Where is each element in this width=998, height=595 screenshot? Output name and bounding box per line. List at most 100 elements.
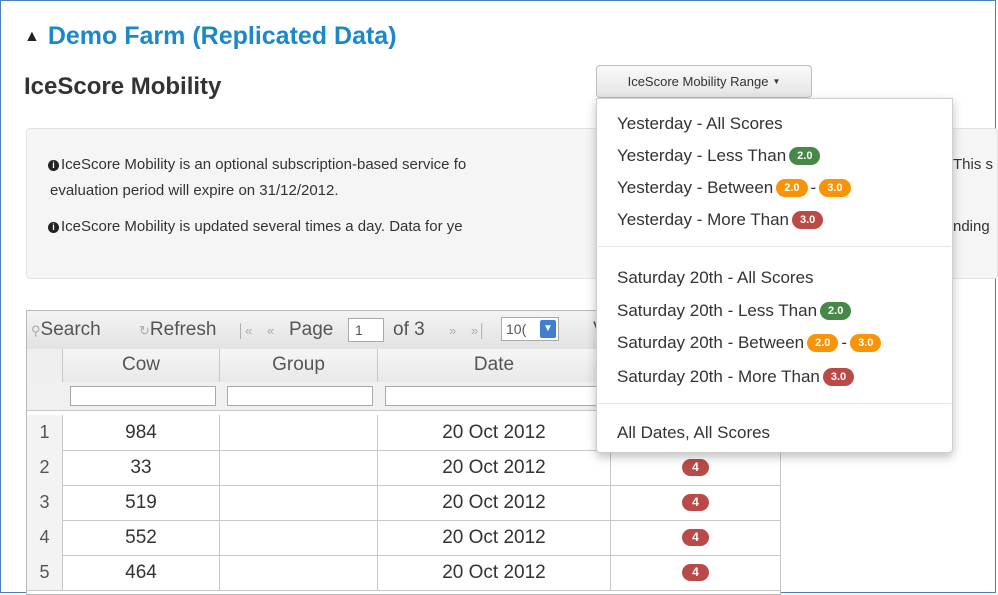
score-cell: 4 <box>611 555 781 590</box>
low-threshold-badge: 2.0 <box>789 147 821 165</box>
refresh-button[interactable]: ↻Refresh <box>139 319 216 341</box>
menu-item-label: Yesterday - More Than <box>617 210 789 229</box>
menu-item-yesterday-more[interactable]: Yesterday - More Than 3.0 <box>617 210 824 230</box>
group-cell <box>220 485 378 520</box>
menu-item-saturday-less[interactable]: Saturday 20th - Less Than 2.0 <box>617 301 852 321</box>
high-threshold-badge: 3.0 <box>822 368 855 386</box>
search-label: Search <box>40 319 101 340</box>
search-button[interactable]: ⚲Search <box>31 319 101 341</box>
high-threshold-badge: 3.0 <box>791 211 824 229</box>
score-cell: 4 <box>611 485 781 520</box>
chevron-down-icon: ▼ <box>540 320 556 338</box>
row-number: 5 <box>27 555 63 590</box>
home-icon[interactable]: ▲ <box>24 28 40 46</box>
low-threshold-badge: 2.0 <box>820 302 852 320</box>
table-row[interactable]: 4 552 20 Oct 2012 4 <box>27 520 781 556</box>
info-line-1-text: IceScore Mobility is an optional subscri… <box>61 156 467 173</box>
group-cell <box>220 520 378 555</box>
group-cell <box>220 555 378 590</box>
info-icon: i <box>48 222 59 233</box>
menu-item-label: Saturday 20th - More Than <box>617 367 820 386</box>
cow-filter-input[interactable] <box>70 386 216 406</box>
menu-item-label: Yesterday - All Scores <box>617 114 783 133</box>
range-button-label: IceScore Mobility Range <box>627 74 769 89</box>
menu-item-label: Yesterday - Less Than <box>617 146 787 165</box>
first-page-icon[interactable]: │« <box>237 323 252 338</box>
info-line-1: i IceScore Mobility is an optional subscr… <box>48 156 466 173</box>
cow-cell: 519 <box>63 485 220 520</box>
row-number: 2 <box>27 450 63 485</box>
page-count-label: of 3 <box>393 319 425 340</box>
range-dash: - <box>810 178 817 197</box>
date-filter-input[interactable] <box>385 386 605 406</box>
row-number: 4 <box>27 520 63 555</box>
date-cell: 20 Oct 2012 <box>378 415 611 450</box>
info-line-3-text: IceScore Mobility is updated several tim… <box>61 218 463 235</box>
menu-item-yesterday-between[interactable]: Yesterday - Between 2.0 - 3.0 <box>617 178 851 198</box>
range-dash: - <box>841 333 848 352</box>
info-line-3: i IceScore Mobility is updated several ti… <box>48 218 463 235</box>
info-line-3-tail: nding <box>953 218 990 235</box>
menu-item-saturday-all[interactable]: Saturday 20th - All Scores <box>617 268 814 288</box>
menu-divider <box>598 403 951 404</box>
last-page-icon[interactable]: »│ <box>471 323 486 338</box>
date-cell: 20 Oct 2012 <box>378 450 611 485</box>
rows-per-page-value: 10( <box>506 321 527 337</box>
group-filter-input[interactable] <box>227 386 373 406</box>
high-threshold-badge: 3.0 <box>850 334 882 352</box>
info-icon: i <box>48 160 59 171</box>
next-page-icon[interactable]: » <box>449 323 456 338</box>
table-row[interactable]: 3 519 20 Oct 2012 4 <box>27 485 781 521</box>
refresh-icon: ↻ <box>139 323 150 338</box>
score-badge: 4 <box>682 459 709 477</box>
score-badge: 4 <box>682 564 709 582</box>
cow-cell: 33 <box>63 450 220 485</box>
menu-item-label: Saturday 20th - Less Than <box>617 301 818 320</box>
row-number: 1 <box>27 415 63 450</box>
low-threshold-badge: 2.0 <box>776 179 808 197</box>
high-threshold-badge: 3.0 <box>819 179 851 197</box>
score-cell: 4 <box>611 450 781 485</box>
low-threshold-badge: 2.0 <box>807 334 839 352</box>
menu-item-saturday-more[interactable]: Saturday 20th - More Than 3.0 <box>617 367 855 387</box>
date-cell: 20 Oct 2012 <box>378 555 611 590</box>
group-cell <box>220 415 378 450</box>
table-row[interactable]: 2 33 20 Oct 2012 4 <box>27 450 781 486</box>
menu-divider <box>598 246 951 247</box>
menu-item-label: Saturday 20th - All Scores <box>617 268 814 287</box>
search-icon: ⚲ <box>31 323 41 338</box>
group-cell <box>220 450 378 485</box>
rownum-header <box>27 349 63 382</box>
caret-down-icon: ▼ <box>772 77 781 86</box>
column-header-date[interactable]: Date <box>378 349 611 382</box>
menu-item-saturday-between[interactable]: Saturday 20th - Between 2.0 - 3.0 <box>617 333 882 353</box>
range-dropdown-button[interactable]: IceScore Mobility Range ▼ <box>596 65 812 98</box>
refresh-label: Refresh <box>149 319 217 340</box>
date-cell: 20 Oct 2012 <box>378 485 611 520</box>
menu-item-yesterday-all[interactable]: Yesterday - All Scores <box>617 114 783 134</box>
info-line-2: evaluation period will expire on 31/12/2… <box>50 182 339 199</box>
cow-cell: 552 <box>63 520 220 555</box>
row-number: 3 <box>27 485 63 520</box>
page-title: IceScore Mobility <box>24 73 222 100</box>
score-badge: 4 <box>682 529 709 547</box>
column-header-group[interactable]: Group <box>220 349 378 382</box>
menu-item-label: Saturday 20th - Between <box>617 333 805 352</box>
farm-title[interactable]: ▲ Demo Farm (Replicated Data) <box>24 22 397 51</box>
menu-item-label: Yesterday - Between <box>617 178 774 197</box>
range-dropdown-menu: Yesterday - All Scores Yesterday - Less … <box>596 98 953 453</box>
info-line-1-tail: This s <box>953 156 994 173</box>
menu-item-yesterday-less[interactable]: Yesterday - Less Than 2.0 <box>617 146 821 166</box>
date-cell: 20 Oct 2012 <box>378 520 611 555</box>
page-number-input[interactable]: 1 <box>348 318 384 342</box>
menu-item-label: All Dates, All Scores <box>617 423 771 442</box>
cow-cell: 984 <box>63 415 220 450</box>
farm-title-text[interactable]: Demo Farm (Replicated Data) <box>48 22 397 51</box>
rows-per-page-select[interactable]: 10( ▼ <box>501 317 559 341</box>
prev-page-icon[interactable]: « <box>267 323 274 338</box>
column-header-cow[interactable]: Cow <box>63 349 220 382</box>
table-row[interactable]: 5 464 20 Oct 2012 4 <box>27 555 781 591</box>
score-cell: 4 <box>611 520 781 555</box>
score-badge: 4 <box>682 494 709 512</box>
menu-item-all-dates[interactable]: All Dates, All Scores <box>617 423 770 443</box>
